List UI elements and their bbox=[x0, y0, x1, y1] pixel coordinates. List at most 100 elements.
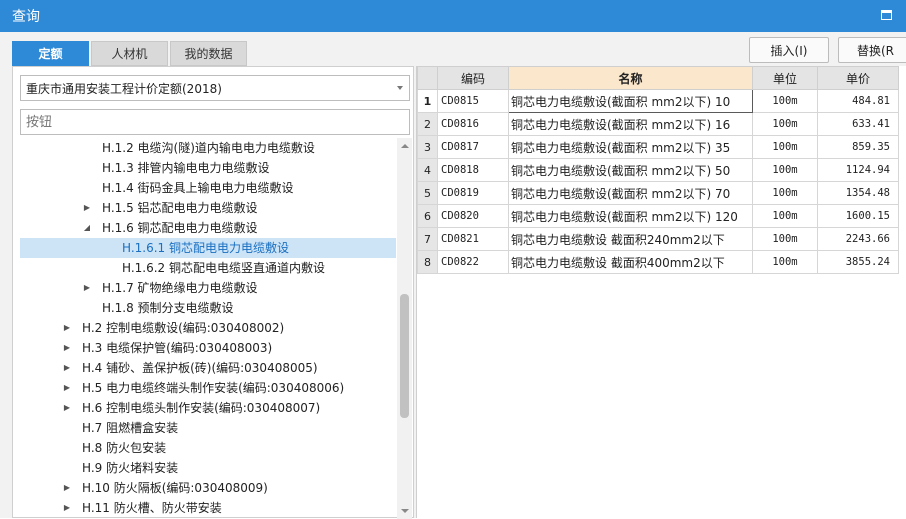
tree-node[interactable]: H.1.6.2 铜芯配电电缆竖直通道内敷设 bbox=[20, 258, 396, 278]
code-cell[interactable]: CD0818 bbox=[437, 158, 509, 182]
collapsed-arrow-icon[interactable]: ▶ bbox=[62, 498, 72, 518]
tab-quota[interactable]: 定额 bbox=[12, 41, 89, 66]
code-cell[interactable]: CD0817 bbox=[437, 135, 509, 159]
unit-cell[interactable]: 100m bbox=[752, 112, 818, 136]
name-cell[interactable]: 铜芯电力电缆敷设(截面积 mm2以下) 50 bbox=[508, 158, 753, 182]
table-header-row: 编码 名称 单位 单价 bbox=[417, 66, 899, 90]
row-index-cell[interactable]: 4 bbox=[417, 158, 438, 182]
column-header-unit[interactable]: 单位 bbox=[752, 66, 818, 90]
price-cell[interactable]: 1124.94 bbox=[817, 158, 899, 182]
tree-node[interactable]: H.1.6.1 铜芯配电电力电缆敷设 bbox=[20, 238, 396, 258]
tree-node[interactable]: H.1.2 电缆沟(隧)道内输电电力电缆敷设 bbox=[20, 138, 396, 158]
tree-node[interactable]: H.9 防火堵料安装 bbox=[20, 458, 396, 478]
table-row[interactable]: 3 CD0817 铜芯电力电缆敷设(截面积 mm2以下) 35 100m 859.35 bbox=[417, 135, 899, 159]
tree-node[interactable]: ▶ H.10 防火隔板(编码:030408009) bbox=[20, 478, 396, 498]
chevron-down-icon[interactable] bbox=[397, 86, 403, 90]
name-cell[interactable]: 铜芯电力电缆敷设(截面积 mm2以下) 35 bbox=[508, 135, 753, 159]
column-header-name[interactable]: 名称 bbox=[508, 66, 753, 90]
row-index-cell[interactable]: 2 bbox=[417, 112, 438, 136]
unit-cell[interactable]: 100m bbox=[752, 227, 818, 251]
library-select[interactable]: 重庆市通用安装工程计价定额(2018) bbox=[20, 75, 410, 101]
unit-cell[interactable]: 100m bbox=[752, 158, 818, 182]
table-row[interactable]: 1 CD0815 铜芯电力电缆敷设(截面积 mm2以下) 10 100m 484.81 bbox=[417, 89, 899, 113]
tab-my-data[interactable]: 我的数据 bbox=[170, 41, 247, 66]
table-row[interactable]: 2 CD0816 铜芯电力电缆敷设(截面积 mm2以下) 16 100m 633.41 bbox=[417, 112, 899, 136]
price-cell[interactable]: 859.35 bbox=[817, 135, 899, 159]
scrollbar-thumb[interactable] bbox=[400, 294, 409, 418]
scroll-down-icon[interactable] bbox=[401, 509, 409, 513]
tree-node[interactable]: ▶ H.11 防火槽、防火带安装 bbox=[20, 498, 396, 518]
table-row[interactable]: 8 CD0822 铜芯电力电缆敷设 截面积400mm2以下 100m 3855.24 bbox=[417, 250, 899, 274]
table-row[interactable]: 5 CD0819 铜芯电力电缆敷设(截面积 mm2以下) 70 100m 1354.48 bbox=[417, 181, 899, 205]
tree-node[interactable]: H.8 防火包安装 bbox=[20, 438, 396, 458]
row-index-cell[interactable]: 8 bbox=[417, 250, 438, 274]
tree-node-label: H.7 阻燃槽盒安装 bbox=[82, 421, 179, 435]
tree-node[interactable]: H.7 阻燃槽盒安装 bbox=[20, 418, 396, 438]
tree-scrollbar[interactable] bbox=[397, 138, 412, 519]
collapsed-arrow-icon[interactable]: ▶ bbox=[62, 358, 72, 378]
code-cell[interactable]: CD0816 bbox=[437, 112, 509, 136]
row-index-cell[interactable]: 6 bbox=[417, 204, 438, 228]
tree-node[interactable]: ▶ H.6 控制电缆头制作安装(编码:030408007) bbox=[20, 398, 396, 418]
row-index-cell[interactable]: 3 bbox=[417, 135, 438, 159]
name-cell[interactable]: 铜芯电力电缆敷设 截面积400mm2以下 bbox=[508, 250, 753, 274]
name-cell[interactable]: 铜芯电力电缆敷设(截面积 mm2以下) 16 bbox=[508, 112, 753, 136]
tree-node[interactable]: ▶ H.4 铺砂、盖保护板(砖)(编码:030408005) bbox=[20, 358, 396, 378]
tab-labor-material-machine[interactable]: 人材机 bbox=[91, 41, 168, 66]
tree-node[interactable]: ◢ H.1.6 铜芯配电电力电缆敷设 bbox=[20, 218, 396, 238]
collapsed-arrow-icon[interactable]: ▶ bbox=[62, 338, 72, 358]
name-cell[interactable]: 铜芯电力电缆敷设(截面积 mm2以下) 120 bbox=[508, 204, 753, 228]
collapsed-arrow-icon[interactable]: ▶ bbox=[62, 378, 72, 398]
unit-cell[interactable]: 100m bbox=[752, 135, 818, 159]
insert-button[interactable]: 插入(I) bbox=[749, 37, 829, 63]
price-cell[interactable]: 484.81 bbox=[817, 89, 899, 113]
table-row[interactable]: 7 CD0821 铜芯电力电缆敷设 截面积240mm2以下 100m 2243.66 bbox=[417, 227, 899, 251]
row-index-cell[interactable]: 7 bbox=[417, 227, 438, 251]
collapsed-arrow-icon[interactable]: ▶ bbox=[82, 198, 92, 218]
price-cell[interactable]: 1600.15 bbox=[817, 204, 899, 228]
replace-button[interactable]: 替换(R bbox=[838, 37, 906, 63]
maximize-icon[interactable] bbox=[881, 10, 892, 20]
tree-node[interactable]: ▶ H.1.7 矿物绝缘电力电缆敷设 bbox=[20, 278, 396, 298]
tree-node-label: H.10 防火隔板(编码:030408009) bbox=[82, 481, 268, 495]
row-index-cell[interactable]: 1 bbox=[417, 89, 438, 113]
tree-node[interactable]: H.1.4 街码金具上输电电力电缆敷设 bbox=[20, 178, 396, 198]
tree-node-label: H.1.6.2 铜芯配电电缆竖直通道内敷设 bbox=[122, 261, 325, 275]
column-header-price[interactable]: 单价 bbox=[817, 66, 899, 90]
name-cell[interactable]: 铜芯电力电缆敷设(截面积 mm2以下) 10 bbox=[508, 89, 753, 113]
name-cell[interactable]: 铜芯电力电缆敷设 截面积240mm2以下 bbox=[508, 227, 753, 251]
search-input[interactable] bbox=[20, 109, 410, 135]
unit-cell[interactable]: 100m bbox=[752, 89, 818, 113]
name-cell[interactable]: 铜芯电力电缆敷设(截面积 mm2以下) 70 bbox=[508, 181, 753, 205]
collapsed-arrow-icon[interactable]: ▶ bbox=[62, 318, 72, 338]
scroll-up-icon[interactable] bbox=[401, 144, 409, 148]
code-cell[interactable]: CD0815 bbox=[437, 89, 509, 113]
tree-node[interactable]: H.1.3 排管内输电电力电缆敷设 bbox=[20, 158, 396, 178]
tree-node-label: H.1.6 铜芯配电电力电缆敷设 bbox=[102, 221, 258, 235]
table-row[interactable]: 4 CD0818 铜芯电力电缆敷设(截面积 mm2以下) 50 100m 1124.94 bbox=[417, 158, 899, 182]
tree-node-label: H.8 防火包安装 bbox=[82, 441, 167, 455]
tree-node[interactable]: ▶ H.5 电力电缆终端头制作安装(编码:030408006) bbox=[20, 378, 396, 398]
row-index-cell[interactable]: 5 bbox=[417, 181, 438, 205]
code-cell[interactable]: CD0819 bbox=[437, 181, 509, 205]
table-row[interactable]: 6 CD0820 铜芯电力电缆敷设(截面积 mm2以下) 120 100m 1600.1… bbox=[417, 204, 899, 228]
expanded-arrow-icon[interactable]: ◢ bbox=[82, 218, 92, 238]
collapsed-arrow-icon[interactable]: ▶ bbox=[82, 278, 92, 298]
price-cell[interactable]: 633.41 bbox=[817, 112, 899, 136]
unit-cell[interactable]: 100m bbox=[752, 204, 818, 228]
collapsed-arrow-icon[interactable]: ▶ bbox=[62, 478, 72, 498]
price-cell[interactable]: 2243.66 bbox=[817, 227, 899, 251]
unit-cell[interactable]: 100m bbox=[752, 250, 818, 274]
tree-node[interactable]: ▶ H.2 控制电缆敷设(编码:030408002) bbox=[20, 318, 396, 338]
code-cell[interactable]: CD0820 bbox=[437, 204, 509, 228]
collapsed-arrow-icon[interactable]: ▶ bbox=[62, 398, 72, 418]
code-cell[interactable]: CD0821 bbox=[437, 227, 509, 251]
price-cell[interactable]: 3855.24 bbox=[817, 250, 899, 274]
price-cell[interactable]: 1354.48 bbox=[817, 181, 899, 205]
unit-cell[interactable]: 100m bbox=[752, 181, 818, 205]
tree-node[interactable]: ▶ H.1.5 铝芯配电电力电缆敷设 bbox=[20, 198, 396, 218]
tree-node[interactable]: H.1.8 预制分支电缆敷设 bbox=[20, 298, 396, 318]
tree-node[interactable]: ▶ H.3 电缆保护管(编码:030408003) bbox=[20, 338, 396, 358]
column-header-code[interactable]: 编码 bbox=[437, 66, 509, 90]
code-cell[interactable]: CD0822 bbox=[437, 250, 509, 274]
